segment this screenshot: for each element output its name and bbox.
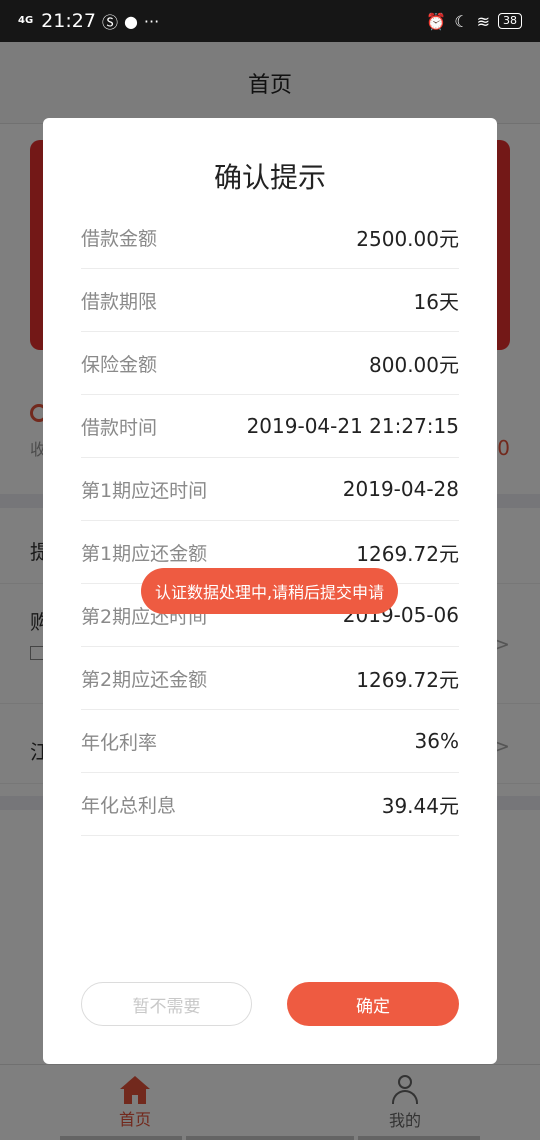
wifi-icon: ≋ [476, 11, 490, 31]
detail-row: 第1期应还时间 2019-04-28 [81, 458, 459, 521]
detail-value: 39.44元 [381, 793, 459, 818]
detail-row: 借款期限 16天 [81, 269, 459, 332]
detail-row: 借款金额 2500.00元 [81, 206, 459, 269]
detail-label: 年化总利息 [81, 794, 177, 817]
battery-indicator: 38 [498, 13, 522, 29]
not-now-button[interactable]: 暂不需要 [81, 982, 252, 1026]
detail-label: 第1期应还金额 [81, 542, 208, 565]
dialog-title: 确认提示 [213, 161, 326, 194]
toast-message: 认证数据处理中,请稍后提交申请 [141, 568, 398, 614]
status-bar: 4G 21:27 Ⓢ ● ··· ⏰ ☾ ≋ 38 [0, 0, 540, 42]
detail-label: 借款时间 [81, 416, 158, 439]
detail-value: 16天 [413, 289, 459, 314]
signal-icon: 4G [18, 15, 34, 26]
detail-row: 借款时间 2019-04-21 21:27:15 [81, 395, 459, 458]
detail-value: 2500.00元 [356, 226, 459, 251]
detail-row: 保险金额 800.00元 [81, 332, 459, 395]
moon-icon: ☾ [454, 11, 469, 31]
status-time: 21:27 [41, 10, 96, 32]
detail-value: 2019-04-28 [342, 477, 459, 501]
more-dots-icon: ··· [143, 11, 160, 31]
detail-label: 第1期应还时间 [81, 479, 208, 502]
planet-icon: ● [123, 11, 138, 31]
detail-value: 1269.72元 [356, 541, 459, 566]
detail-value: 800.00元 [369, 352, 459, 377]
loan-details: 借款金额 2500.00元 借款期限 16天 保险金额 800.00元 借款时间… [81, 206, 459, 836]
confirm-button[interactable]: 确定 [287, 982, 459, 1026]
detail-row: 年化总利息 39.44元 [81, 773, 459, 836]
detail-label: 借款金额 [81, 227, 158, 250]
detail-row: 年化利率 36% [81, 710, 459, 773]
detail-value: 36% [414, 729, 459, 753]
detail-label: 年化利率 [81, 731, 158, 754]
detail-value: 1269.72元 [356, 667, 459, 692]
s-box-icon: Ⓢ [101, 13, 118, 32]
alarm-icon: ⏰ [426, 11, 447, 31]
detail-label: 借款期限 [81, 290, 158, 313]
detail-row: 第2期应还金额 1269.72元 [81, 647, 459, 710]
detail-label: 保险金额 [81, 353, 158, 376]
detail-label: 第2期应还金额 [81, 668, 208, 691]
detail-value: 2019-04-21 21:27:15 [246, 414, 459, 438]
